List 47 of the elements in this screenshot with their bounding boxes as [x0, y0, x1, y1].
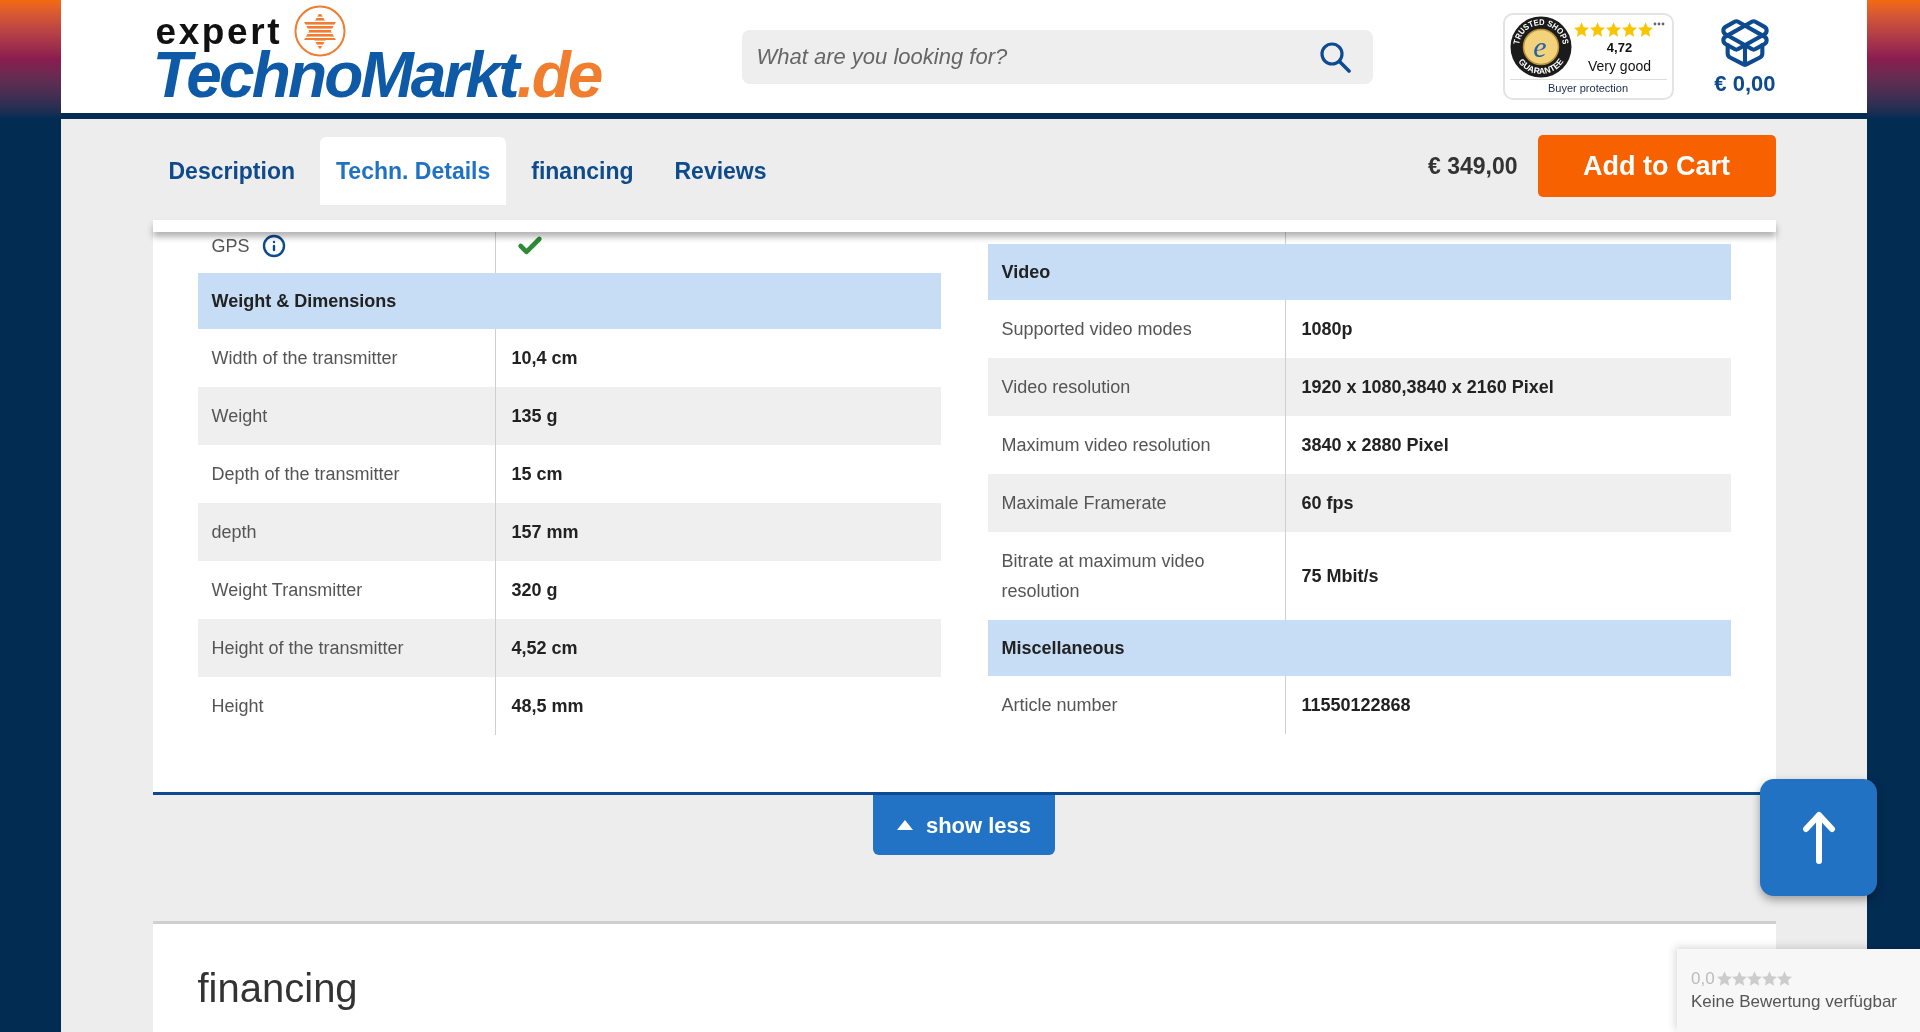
spec-value-cell: 1920 x 1080,3840 x 2160 Pixel: [1284, 358, 1731, 416]
show-less-button[interactable]: show less: [872, 795, 1056, 855]
spec-label-cell: Weight: [197, 387, 495, 445]
cart-total[interactable]: € 0,00: [1714, 70, 1776, 97]
info-icon[interactable]: [261, 234, 286, 258]
search-field[interactable]: What are you looking for?: [741, 29, 1373, 84]
rating-value: 4,72: [1606, 39, 1633, 57]
spec-label-cell: Video resolution: [987, 358, 1285, 416]
spec-value-cell: 135 g: [494, 387, 941, 445]
tab[interactable]: Reviews: [658, 137, 783, 205]
more-dots-icon: [1653, 22, 1665, 26]
spec-label-cell: depth: [197, 503, 495, 561]
star-icon: [1731, 971, 1747, 986]
spec-label-cell: Height of the transmitter: [197, 619, 495, 677]
star-icon: [1622, 22, 1637, 37]
rating-widget[interactable]: 0,0 Keine Bewertung verfügbar: [1677, 949, 1920, 1032]
search-button[interactable]: [1318, 40, 1351, 73]
spec-label: GPS: [211, 235, 250, 258]
spec-value-cell: 157 mm: [494, 503, 941, 561]
box-icon[interactable]: [1718, 16, 1771, 69]
section-header: Video: [987, 244, 1731, 300]
star-icon: [1746, 971, 1762, 986]
rating-score: 0,0: [1691, 968, 1715, 989]
search-icon: [1318, 40, 1351, 73]
caret-up-icon: [896, 820, 913, 830]
rating-text: Keine Bewertung verfügbar: [1691, 990, 1899, 1013]
spec-value-cell: 4,52 cm: [494, 619, 941, 677]
spec-label-cell: Maximale Framerate: [987, 474, 1285, 532]
star-icon: [1590, 22, 1605, 37]
tab[interactable]: Description: [152, 137, 312, 205]
star-icon: [1761, 971, 1777, 986]
section-header: Miscellaneous: [987, 620, 1731, 676]
price: € 349,00: [1427, 151, 1518, 181]
scroll-to-top-button[interactable]: [1760, 779, 1877, 896]
spec-value-cell: 60 fps: [1284, 474, 1731, 532]
financing-heading: financing: [197, 965, 358, 1012]
buyer-protection-label: Buyer protection: [1509, 79, 1667, 96]
section-header: Weight & Dimensions: [197, 273, 941, 329]
tab[interactable]: Techn. Details: [320, 137, 507, 205]
star-icon: [1606, 22, 1621, 37]
star-icon: [1716, 971, 1732, 986]
star-icon: [1638, 22, 1653, 37]
logo-brand-top[interactable]: expert: [155, 12, 283, 50]
rating-verdict: Very good: [1587, 57, 1652, 75]
star-icon: [1574, 22, 1589, 37]
star-icon: [1776, 971, 1792, 986]
tab[interactable]: financing: [515, 137, 650, 205]
